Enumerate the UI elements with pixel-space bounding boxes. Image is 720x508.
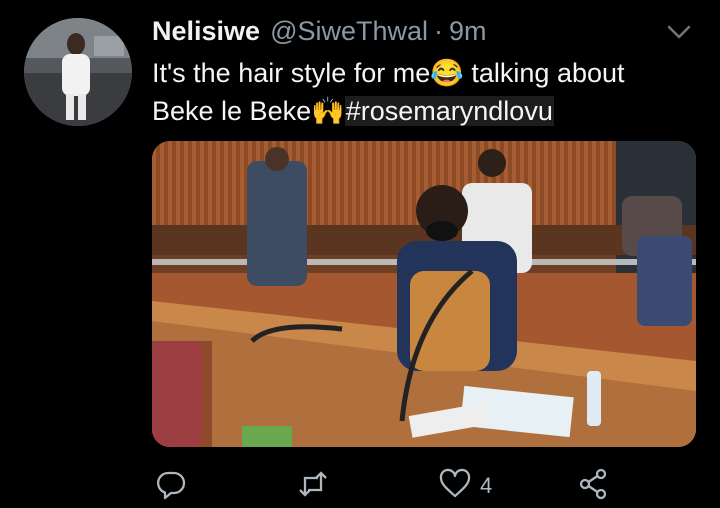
retweet-button[interactable] xyxy=(296,466,338,506)
user-handle[interactable]: @SiweThwal xyxy=(270,16,428,47)
tweet-text-part1: It's the hair style for me xyxy=(152,58,431,88)
tweet-actions: 4 xyxy=(152,466,696,506)
display-name[interactable]: Nelisiwe xyxy=(152,16,260,47)
tweet-media-photo[interactable] xyxy=(152,141,696,447)
share-button[interactable] xyxy=(577,466,619,506)
like-button[interactable]: 4 xyxy=(438,466,492,506)
like-count: 4 xyxy=(480,473,493,498)
separator: · xyxy=(434,16,444,46)
heart-icon xyxy=(438,467,472,506)
tweet-text: It's the hair style for me😂 talking abou… xyxy=(152,54,702,130)
hashtag-link[interactable]: #rosemaryndlovu xyxy=(344,96,554,126)
retweet-icon xyxy=(296,467,330,506)
face-with-tears-of-joy-emoji: 😂 xyxy=(430,58,464,88)
raising-hands-emoji: 🙌 xyxy=(311,96,345,126)
avatar[interactable] xyxy=(24,18,132,126)
reply-icon xyxy=(154,467,188,506)
chevron-down-icon[interactable] xyxy=(664,18,694,46)
timestamp[interactable]: 9m xyxy=(449,16,487,47)
reply-button[interactable] xyxy=(154,466,196,506)
tweet-text-part3: Beke le Beke xyxy=(152,96,312,126)
share-icon xyxy=(577,467,611,506)
tweet-header: Nelisiwe @SiweThwal · 9m xyxy=(152,16,487,50)
tweet-text-part2: talking about xyxy=(463,58,625,88)
